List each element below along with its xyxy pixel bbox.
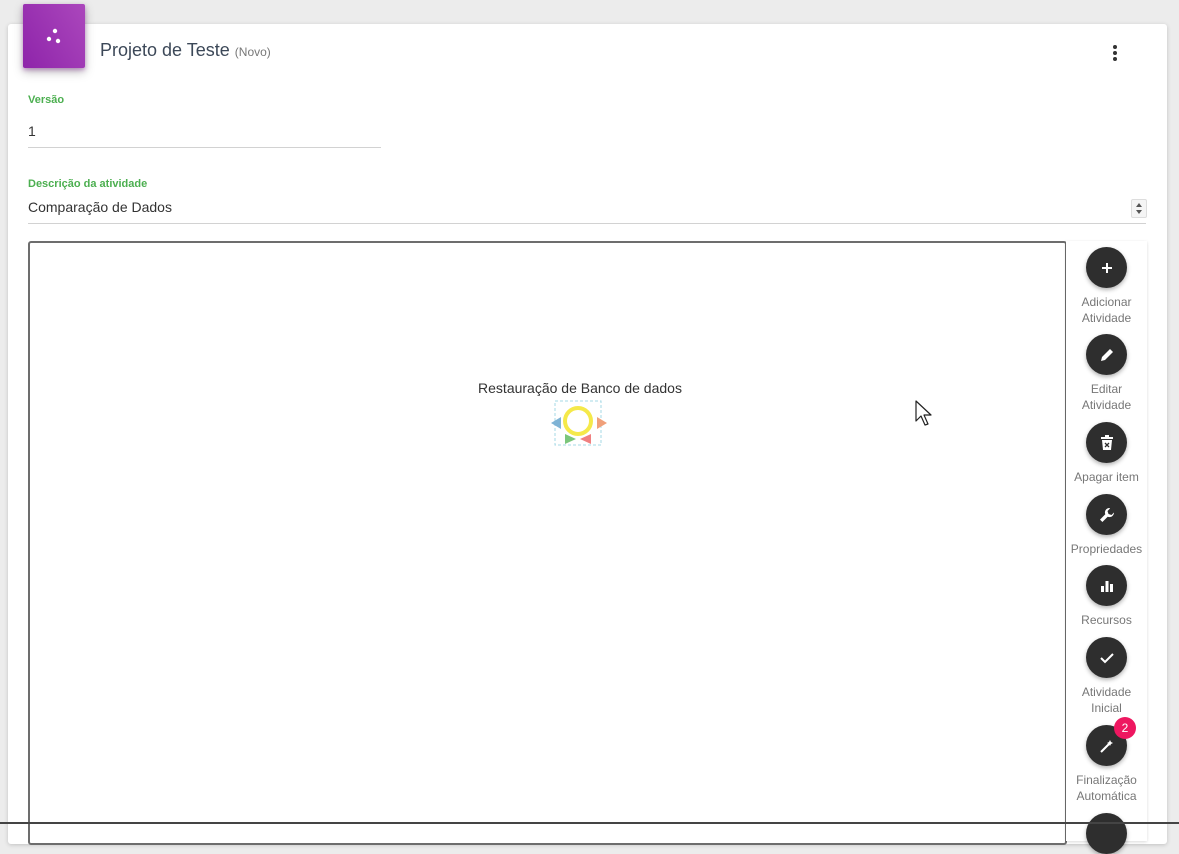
initial-activity-button[interactable] (1086, 637, 1127, 678)
tool-sidebar: Adicionar Atividade Editar Atividade Apaga… (1066, 241, 1147, 854)
tool-edit-activity[interactable]: Editar Atividade (1066, 334, 1147, 413)
activity-node[interactable] (549, 399, 609, 449)
more-options-button[interactable] (1100, 38, 1130, 68)
description-label: Descrição da atividade (28, 178, 148, 190)
tool-delete-item[interactable]: Apagar item (1066, 422, 1147, 485)
resources-button[interactable] (1086, 565, 1127, 606)
start-event-circle[interactable] (563, 406, 593, 436)
properties-label: Propriedades (1070, 542, 1143, 556)
app-icon (23, 4, 85, 68)
edit-activity-label: Editar Atividade (1081, 382, 1132, 412)
description-underline (28, 223, 1146, 224)
description-spinner[interactable] (1131, 199, 1147, 218)
version-field[interactable]: 1 (28, 123, 380, 143)
plus-icon (1101, 262, 1112, 273)
page-title: Projeto de Teste (Novo) (100, 40, 271, 61)
tool-resources[interactable]: Recursos (1066, 565, 1147, 628)
right-handle-icon[interactable] (597, 417, 607, 429)
version-underline (28, 147, 381, 148)
workflow-canvas[interactable]: Restauração de Banco de dados (28, 241, 1067, 845)
tool-more[interactable] (1066, 813, 1147, 854)
notification-badge: 2 (1114, 717, 1136, 739)
more-vert-icon (1113, 45, 1117, 61)
tool-add-activity[interactable]: Adicionar Atividade (1066, 247, 1147, 326)
project-title: Projeto de Teste (100, 40, 230, 60)
wand-icon (1099, 739, 1113, 753)
stepper-arrows-icon (1136, 203, 1142, 214)
version-label: Versão (28, 94, 65, 106)
mouse-cursor-icon (915, 400, 932, 426)
status-label: (Novo) (234, 45, 271, 59)
next-tool-button[interactable] (1086, 813, 1127, 854)
auto-finalize-button[interactable]: 2 (1086, 717, 1136, 766)
delete-item-button[interactable] (1086, 422, 1127, 463)
left-handle-icon[interactable] (551, 417, 561, 429)
tool-auto-finalize[interactable]: 2 Finalização Automática (1066, 717, 1147, 804)
delete-item-label: Apagar item (1074, 470, 1139, 484)
check-icon (1099, 652, 1114, 663)
initial-activity-label: Atividade Inicial (1081, 685, 1132, 715)
tool-initial-activity[interactable]: Atividade Inicial (1066, 637, 1147, 716)
pencil-icon (1100, 348, 1113, 361)
activity-node-label[interactable]: Restauração de Banco de dados (470, 380, 690, 396)
tool-properties[interactable]: Propriedades (1066, 494, 1147, 557)
properties-button[interactable] (1086, 494, 1127, 535)
wrench-icon (1099, 507, 1114, 522)
add-activity-button[interactable] (1086, 247, 1127, 288)
scatter-dots-icon (46, 28, 61, 44)
edit-activity-button[interactable] (1086, 334, 1127, 375)
bar-chart-icon (1100, 580, 1113, 592)
auto-finalize-label: Finalização Automática (1076, 773, 1137, 803)
add-activity-label: Adicionar Atividade (1081, 295, 1132, 325)
resources-label: Recursos (1081, 613, 1132, 627)
description-field[interactable]: Comparação de Dados (28, 199, 1123, 219)
trash-icon (1100, 434, 1113, 450)
